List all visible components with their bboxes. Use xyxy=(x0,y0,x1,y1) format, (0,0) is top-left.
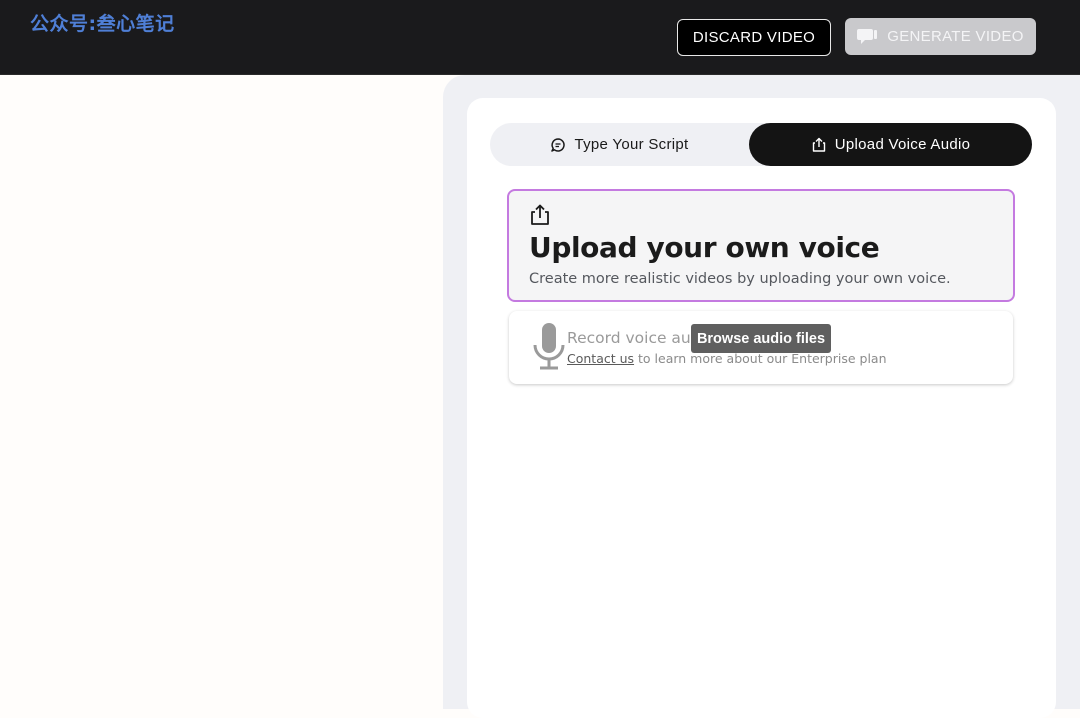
top-bar: 公众号:叁心笔记 DISCARD VIDEO GENERATE VIDEO xyxy=(0,0,1080,75)
upload-icon xyxy=(531,204,549,225)
upload-icon xyxy=(812,137,825,152)
upload-card-title: Upload your own voice xyxy=(529,231,880,264)
tab-label: Upload Voice Audio xyxy=(834,136,971,153)
upload-card-subtitle: Create more realistic videos by uploadin… xyxy=(529,271,951,287)
message-icon xyxy=(551,137,566,152)
watermark-text: 公众号:叁心笔记 xyxy=(30,13,175,35)
enterprise-note: Contact us to learn more about our Enter… xyxy=(567,351,887,366)
upload-voice-card[interactable]: Upload your own voice Create more realis… xyxy=(507,189,1015,302)
video-icon xyxy=(857,28,878,44)
audio-source-tabs: Type Your Script Upload Voice Audio xyxy=(490,123,1032,166)
generate-video-button[interactable]: GENERATE VIDEO xyxy=(845,18,1036,55)
enterprise-note-text: to learn more about our Enterprise plan xyxy=(634,351,887,366)
video-preview-area xyxy=(0,75,443,709)
browse-audio-tooltip: Browse audio files xyxy=(691,324,831,353)
record-voice-label: Record voice audio xyxy=(567,329,697,347)
microphone-icon xyxy=(533,323,565,370)
tab-label: Type Your Script xyxy=(574,136,689,153)
contact-us-link[interactable]: Contact us xyxy=(567,351,634,366)
tab-upload-voice-audio[interactable]: Upload Voice Audio xyxy=(749,123,1032,166)
discard-video-button[interactable]: DISCARD VIDEO xyxy=(677,19,831,56)
generate-video-label: GENERATE VIDEO xyxy=(887,28,1024,45)
tab-type-your-script[interactable]: Type Your Script xyxy=(490,123,749,166)
